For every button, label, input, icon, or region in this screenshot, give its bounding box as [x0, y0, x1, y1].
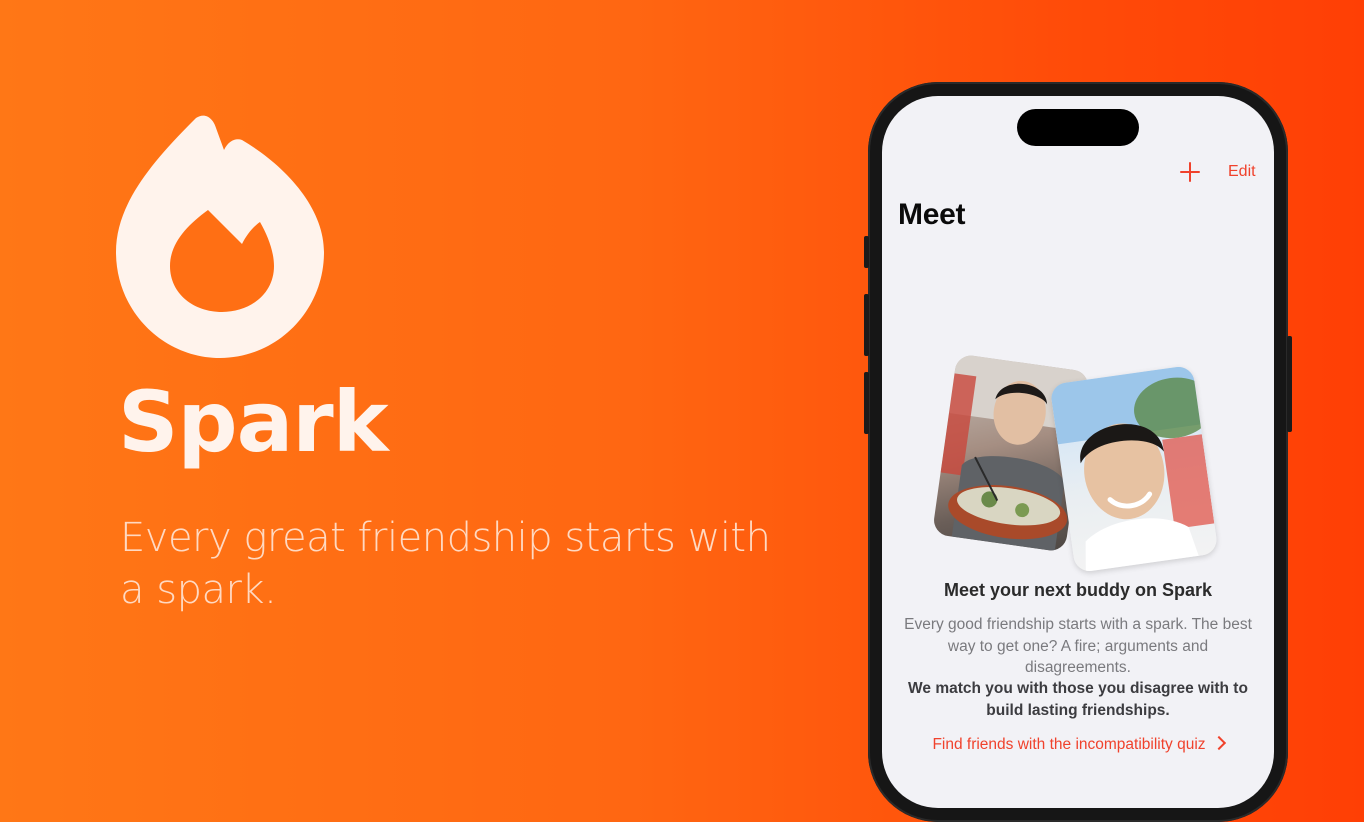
onboarding-title: Meet your next buddy on Spark — [943, 580, 1213, 600]
onboarding-emphasis: We match you with those you disagree wit… — [908, 680, 1248, 719]
phone-power-button — [1287, 336, 1292, 432]
friend-photo-2 — [1049, 364, 1219, 574]
dynamic-island — [1017, 109, 1139, 146]
phone-volume-up-button — [864, 294, 869, 356]
tagline: Every great friendship starts with a spa… — [120, 515, 771, 613]
edit-button[interactable]: Edit — [1228, 162, 1256, 182]
app-name: Spark — [118, 373, 389, 471]
flame-icon — [116, 115, 324, 358]
chevron-right-icon — [1211, 735, 1226, 751]
phone-mockup: Edit Meet Meet your next buddy on Spark … — [864, 82, 1292, 822]
quiz-link-label: Find friends with the incompatibility qu… — [932, 736, 1206, 753]
incompatibility-quiz-link[interactable]: Find friends with the incompatibility qu… — [882, 734, 1274, 756]
phone-screen: Edit Meet Meet your next buddy on Spark … — [882, 96, 1274, 808]
phone-action-button — [864, 236, 869, 268]
plus-icon[interactable] — [1178, 160, 1202, 184]
page-title: Meet — [898, 198, 966, 231]
onboarding-body: Every good friendship starts with a spar… — [904, 616, 1252, 676]
phone-volume-down-button — [864, 372, 869, 434]
